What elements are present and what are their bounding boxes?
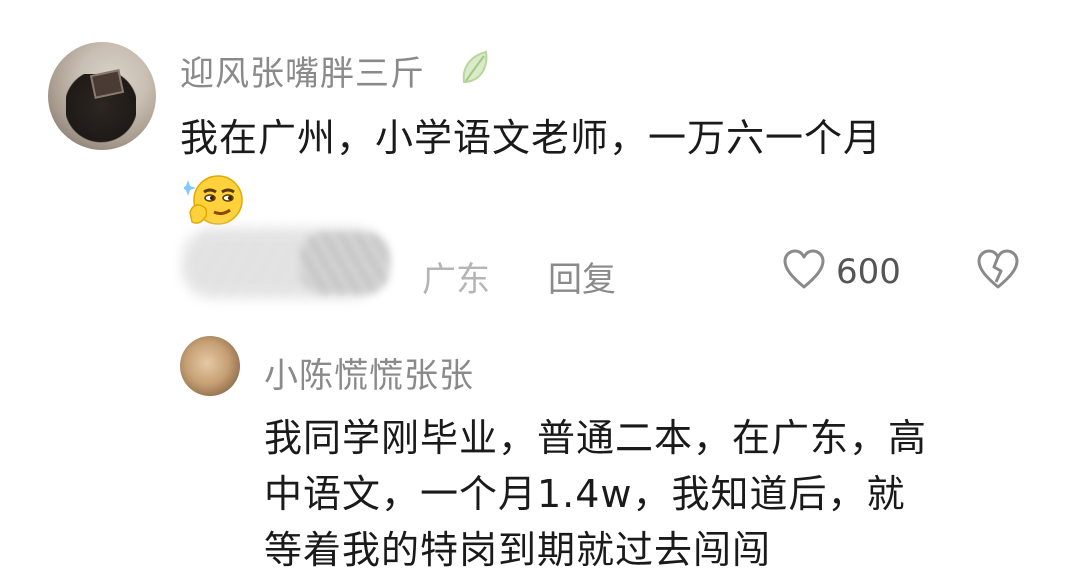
comment-text: 我在广州，小学语文老师，一万六一个月 — [180, 116, 883, 160]
reply-button[interactable]: 回复 — [548, 252, 616, 301]
commenter-username-text: 迎风张嘴胖三斤 — [180, 54, 425, 94]
comment-location: 广东 — [422, 260, 490, 300]
redacted-timestamp-2 — [300, 232, 390, 294]
replier-avatar[interactable] — [180, 336, 240, 396]
reply-line: 等着我的特岗到期就过去闯闯 — [264, 528, 772, 572]
like-count: 600 — [836, 252, 901, 292]
commenter-username[interactable]: 迎风张嘴胖三斤 — [180, 46, 425, 95]
replier-username[interactable]: 小陈慌慌张张 — [264, 348, 474, 397]
leaf-icon — [458, 48, 492, 88]
reply-line: 我同学刚毕业，普通二本，在广东，高 — [264, 416, 928, 460]
commenter-avatar[interactable] — [48, 42, 156, 150]
reply-line: 中语文，一个月1.4w，我知道后，就 — [264, 472, 906, 516]
thinking-smirk-emoji — [182, 172, 243, 228]
reply-text: 我同学刚毕业，普通二本，在广东，高 中语文，一个月1.4w，我知道后，就 等着我… — [264, 410, 927, 578]
broken-heart-icon[interactable] — [976, 249, 1020, 291]
heart-icon[interactable] — [782, 249, 826, 291]
